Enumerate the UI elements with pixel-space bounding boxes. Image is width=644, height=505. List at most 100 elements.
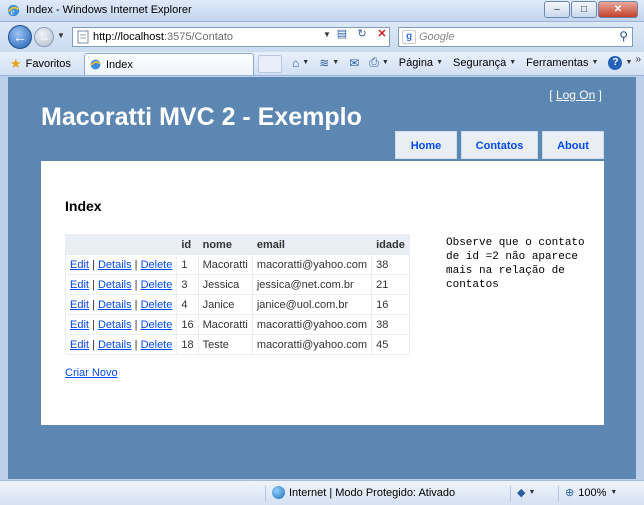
search-icon[interactable]: ⚲ xyxy=(619,29,628,43)
page-menu[interactable]: Página ▼ xyxy=(399,57,443,69)
table-header-row: id nome email idade xyxy=(64,234,410,255)
caret-down-icon: ▼ xyxy=(381,59,389,66)
delete-link[interactable]: Delete xyxy=(141,259,173,271)
close-button[interactable]: ✕ xyxy=(598,1,638,18)
cell-email: macoratti@yahoo.com xyxy=(251,254,373,275)
caret-down-icon: ▼ xyxy=(302,59,310,66)
compatibility-view-icon[interactable]: ▤ xyxy=(333,25,351,43)
home-button[interactable]: ⌂ ▼ xyxy=(292,56,309,70)
svg-text:e: e xyxy=(11,6,15,16)
cell-idade: 16 xyxy=(371,294,410,315)
cell-idade: 38 xyxy=(371,314,410,335)
url-text: http://localhost:3575/Contato xyxy=(93,31,233,43)
forward-button[interactable]: → xyxy=(34,27,54,47)
edit-link[interactable]: Edit xyxy=(70,319,89,331)
log-on-link[interactable]: Log On xyxy=(556,88,595,102)
tools-menu-label: Ferramentas xyxy=(526,56,589,69)
status-tools[interactable]: ◆ ▼ xyxy=(517,486,535,499)
stop-icon[interactable]: ✕ xyxy=(373,25,391,43)
search-placeholder: Google xyxy=(419,31,455,43)
url-host: http://localhost xyxy=(93,31,164,43)
url-dropdown-icon[interactable]: ▼ xyxy=(323,30,331,39)
cell-idade: 21 xyxy=(371,274,410,295)
browser-tab[interactable]: Index xyxy=(84,53,254,75)
details-link[interactable]: Details xyxy=(98,259,132,271)
page-icon xyxy=(77,30,89,44)
delete-link[interactable]: Delete xyxy=(141,279,173,291)
create-new-link[interactable]: Criar Novo xyxy=(65,367,118,379)
tab-contatos[interactable]: Contatos xyxy=(461,131,538,159)
delete-link[interactable]: Delete xyxy=(141,339,173,351)
column-header: id xyxy=(176,234,199,255)
refresh-icon[interactable]: ↻ xyxy=(353,25,371,43)
arrow-left-icon: ← xyxy=(13,29,27,45)
cell-email: macoratti@yahoo.com xyxy=(251,314,373,335)
site-title: Macoratti MVC 2 - Exemplo xyxy=(41,103,362,131)
window-title: Index - Windows Internet Explorer xyxy=(26,4,192,16)
caret-down-icon: ▼ xyxy=(625,59,633,66)
page-title: Index xyxy=(65,198,102,214)
cell-email: jessica@net.com.br xyxy=(251,274,373,295)
safety-menu[interactable]: Segurança ▼ xyxy=(453,57,516,69)
login-display: [ Log On ] xyxy=(549,88,602,102)
favorites-button[interactable]: ★ Favoritos xyxy=(4,54,77,74)
tab-home[interactable]: Home xyxy=(395,131,457,159)
minimize-button[interactable]: – xyxy=(544,1,570,18)
info-note: Observe que o contato de id =2 não apare… xyxy=(446,237,585,291)
help-menu[interactable]: ? ▼ xyxy=(608,55,633,70)
row-actions: Edit | Details | Delete xyxy=(64,334,178,355)
details-link[interactable]: Details xyxy=(98,339,132,351)
security-zone[interactable]: Internet | Modo Protegido: Ativado xyxy=(272,486,455,499)
title-bar: e Index - Windows Internet Explorer – □ … xyxy=(0,0,644,22)
printer-icon: ⎙ xyxy=(369,55,379,69)
separator: | xyxy=(134,338,138,351)
page-viewport: [ Log On ] Macoratti MVC 2 - Exemplo Hom… xyxy=(8,77,636,479)
zoom-control[interactable]: ⊕ 100% ▼ xyxy=(565,486,617,500)
print-button[interactable]: ⎙ ▼ xyxy=(369,55,389,70)
login-bracket-open: [ xyxy=(549,88,553,102)
delete-link[interactable]: Delete xyxy=(141,299,173,311)
cell-nome: Janice xyxy=(197,294,253,315)
search-input[interactable]: g Google ⚲ xyxy=(398,27,633,47)
details-link[interactable]: Details xyxy=(98,299,132,311)
url-path: :3575/Contato xyxy=(163,31,234,43)
feeds-button[interactable]: ≋ ▼ xyxy=(319,56,339,70)
history-dropdown-icon[interactable]: ▼ xyxy=(57,31,65,40)
delete-link[interactable]: Delete xyxy=(141,319,173,331)
new-tab-button[interactable] xyxy=(258,55,282,73)
separator: | xyxy=(92,338,95,351)
cell-id: 18 xyxy=(176,334,199,355)
zoom-icon: ⊕ xyxy=(565,487,575,499)
chevron-right-icon[interactable]: » xyxy=(635,54,641,65)
details-link[interactable]: Details xyxy=(98,279,132,291)
table-row: Edit | Details | Delete 3 Jessica jessica@n… xyxy=(64,274,410,295)
separator: | xyxy=(92,298,95,311)
row-actions: Edit | Details | Delete xyxy=(64,254,178,275)
row-actions: Edit | Details | Delete xyxy=(64,274,178,295)
cell-id: 1 xyxy=(176,254,199,275)
cell-id: 3 xyxy=(176,274,199,295)
house-icon: ⌂ xyxy=(292,55,300,70)
cell-idade: 38 xyxy=(371,254,410,275)
zone-label: Internet | Modo Protegido: Ativado xyxy=(289,486,456,499)
maximize-button[interactable]: □ xyxy=(571,1,597,18)
mail-icon: ✉ xyxy=(349,55,360,70)
edit-link[interactable]: Edit xyxy=(70,299,89,311)
details-link[interactable]: Details xyxy=(98,319,132,331)
google-logo-icon: g xyxy=(402,30,416,44)
tab-about[interactable]: About xyxy=(542,131,604,159)
cell-nome: Macoratti xyxy=(197,314,253,335)
column-header xyxy=(64,234,178,255)
back-button[interactable]: ← xyxy=(8,25,32,49)
edit-link[interactable]: Edit xyxy=(70,279,89,291)
cell-email: janice@uol.com.br xyxy=(251,294,373,315)
column-header: nome xyxy=(197,234,253,255)
row-actions: Edit | Details | Delete xyxy=(64,314,178,335)
cell-nome: Teste xyxy=(197,334,253,355)
row-actions: Edit | Details | Delete xyxy=(64,294,178,315)
caret-down-icon: ▼ xyxy=(591,59,599,66)
edit-link[interactable]: Edit xyxy=(70,339,89,351)
mail-button[interactable]: ✉ xyxy=(349,56,359,70)
edit-link[interactable]: Edit xyxy=(70,259,89,271)
tools-menu[interactable]: Ferramentas ▼ xyxy=(526,57,598,69)
